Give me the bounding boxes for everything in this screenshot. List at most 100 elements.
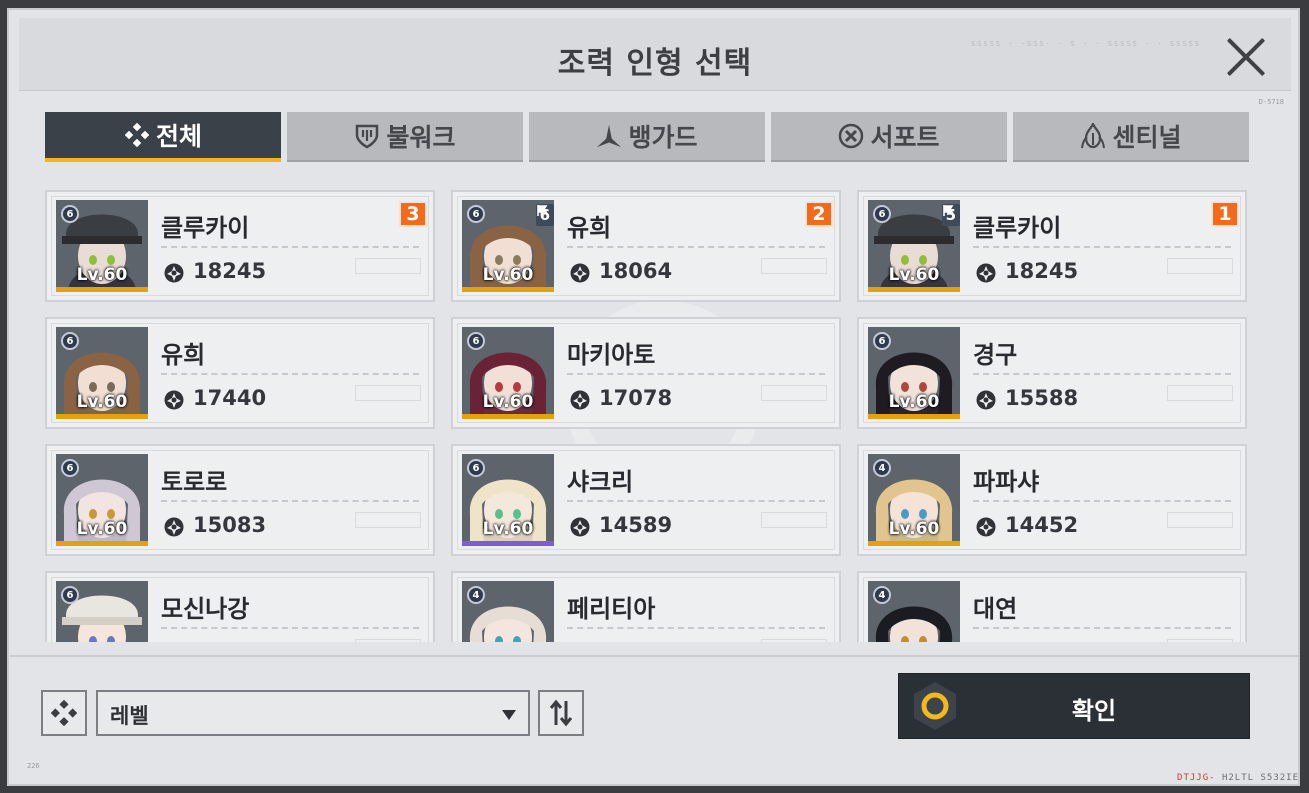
doll-level: Lv.60 [482, 265, 534, 285]
card-divider [567, 500, 825, 502]
combat-power: 17078 [599, 386, 673, 410]
tab-vanguard[interactable]: 뱅가드 [529, 112, 765, 162]
doll-portrait: 6Lv.60 [462, 327, 554, 419]
tab-all[interactable]: 전체 [45, 112, 281, 162]
star-badge: 6 [467, 459, 485, 477]
doll-portrait: 4Lv.60 [462, 581, 554, 642]
card-divider [161, 627, 419, 629]
doll-name: 토로로 [161, 468, 228, 496]
card-deco [761, 512, 827, 528]
card-divider [161, 373, 419, 375]
star-badge: 6 [61, 586, 79, 604]
doll-portrait: 4Lv.60 [868, 581, 960, 642]
combat-power-icon [570, 263, 590, 283]
dupe-badge: 6 [535, 204, 554, 226]
flag-icon [942, 205, 954, 216]
filter-diamond-icon [51, 700, 77, 726]
selection-rank-badge: 1 [1211, 201, 1239, 227]
doll-name: 대연 [973, 595, 1018, 623]
sentinel-flame-icon [1080, 123, 1106, 149]
tab-support[interactable]: 서포트 [771, 112, 1007, 162]
doll-card[interactable]: 6 Lv.60 유희 17440 [45, 317, 435, 429]
doll-portrait: 6 6 Lv.60 [462, 200, 554, 292]
title-deco-code: SSSSS · ·SSS· · S · · SSSSS · · SSSSS [971, 40, 1201, 48]
sort-label: 레벨 [110, 704, 149, 728]
sort-dropdown[interactable]: 레벨 [96, 690, 530, 736]
tab-bulwark[interactable]: 불워크 [287, 112, 523, 162]
chevron-down-icon [502, 710, 516, 720]
doll-card[interactable]: 6 6 Lv.60 유희 18064 2 [451, 190, 841, 302]
all-diamond-icon [124, 122, 150, 148]
doll-name: 클루카이 [973, 214, 1062, 242]
sort-order-button[interactable] [538, 690, 584, 736]
doll-portrait: 6Lv.60 [56, 327, 148, 419]
doll-name: 파파샤 [973, 468, 1040, 496]
doll-name: 모신나강 [161, 595, 250, 623]
footer-code-red: DTJJG- [1177, 773, 1216, 783]
doll-card[interactable]: 6 5 Lv.60 클루카이 18245 1 [857, 190, 1247, 302]
filter-button[interactable] [41, 690, 87, 736]
card-divider [973, 373, 1231, 375]
doll-portrait: 6 5 Lv.60 [868, 200, 960, 292]
vanguard-arrow-icon [596, 123, 622, 149]
card-deco [1167, 385, 1233, 401]
doll-card[interactable]: 6 Lv.60 마키아토 17078 [451, 317, 841, 429]
tab-label: 전체 [155, 122, 202, 151]
selection-rank-badge: 2 [805, 201, 833, 227]
card-divider [567, 373, 825, 375]
tab-label: 센티널 [1112, 123, 1182, 152]
footer-code: DTJJG- H2LTL S532IE [1177, 773, 1299, 783]
card-deco [1167, 512, 1233, 528]
card-deco [355, 639, 421, 642]
doll-name: 클루카이 [161, 214, 250, 242]
sub-code: D-5718 [1258, 98, 1284, 106]
doll-level: Lv.60 [888, 265, 940, 285]
doll-level: Lv.60 [76, 265, 128, 285]
combat-power-icon [164, 517, 184, 537]
doll-name: 유희 [161, 341, 206, 369]
doll-level: Lv.60 [76, 519, 128, 539]
doll-card[interactable]: 6 Lv.60 경구 15588 [857, 317, 1247, 429]
footer-code-text: H2LTL S532IE [1221, 773, 1299, 783]
doll-name: 마키아토 [567, 341, 656, 369]
doll-card[interactable]: 6 Lv.60 클루카이 18245 3 [45, 190, 435, 302]
doll-grid[interactable]: 6 Lv.60 클루카이 18245 3 6 6 Lv.60 유희 18064 2 6 5 Lv.60 클루… [45, 180, 1251, 642]
doll-card[interactable]: 4 Lv.60 파파샤 14452 [857, 444, 1247, 556]
doll-name: 경구 [973, 341, 1018, 369]
combat-power: 18245 [193, 259, 267, 283]
combat-power-icon [976, 263, 996, 283]
support-cross-icon [838, 123, 864, 149]
card-deco [355, 258, 421, 274]
doll-name: 샤크리 [567, 468, 634, 496]
doll-portrait: 6Lv.60 [56, 454, 148, 546]
doll-level: Lv.60 [482, 392, 534, 412]
card-deco [761, 639, 827, 642]
page-number: 226 [27, 762, 40, 770]
combat-power-icon [164, 263, 184, 283]
card-deco [355, 512, 421, 528]
doll-card[interactable]: 6 Lv.60 샤크리 14589 [451, 444, 841, 556]
tab-label: 뱅가드 [628, 123, 698, 152]
card-divider [973, 500, 1231, 502]
doll-portrait: 6Lv.60 [56, 581, 148, 642]
class-tabs: 전체 불워크 뱅가드 서포트 센티널 [45, 112, 1249, 164]
star-badge: 6 [61, 205, 79, 223]
doll-card[interactable]: 6Lv.60 모신나강 14259 [45, 571, 435, 642]
confirm-label: 확인 [1071, 697, 1117, 725]
card-divider [161, 246, 419, 248]
doll-name: 페리티아 [567, 595, 656, 623]
doll-card[interactable]: 4Lv.60 페리티아 14018 [451, 571, 841, 642]
card-deco [761, 258, 827, 274]
tab-sentinel[interactable]: 센티널 [1013, 112, 1249, 162]
doll-level: Lv.60 [482, 519, 534, 539]
confirm-button[interactable]: 확인 [898, 673, 1250, 739]
doll-card[interactable]: 4Lv.60 대연 13535 [857, 571, 1247, 642]
card-deco [1167, 258, 1233, 274]
star-badge: 6 [873, 205, 891, 223]
doll-level: Lv.60 [888, 519, 940, 539]
doll-portrait: 6 Lv.60 [56, 200, 148, 292]
combat-power-icon [570, 517, 590, 537]
combat-power-icon [976, 517, 996, 537]
close-button[interactable] [1225, 36, 1267, 78]
doll-card[interactable]: 6 Lv.60 토로로 15083 [45, 444, 435, 556]
